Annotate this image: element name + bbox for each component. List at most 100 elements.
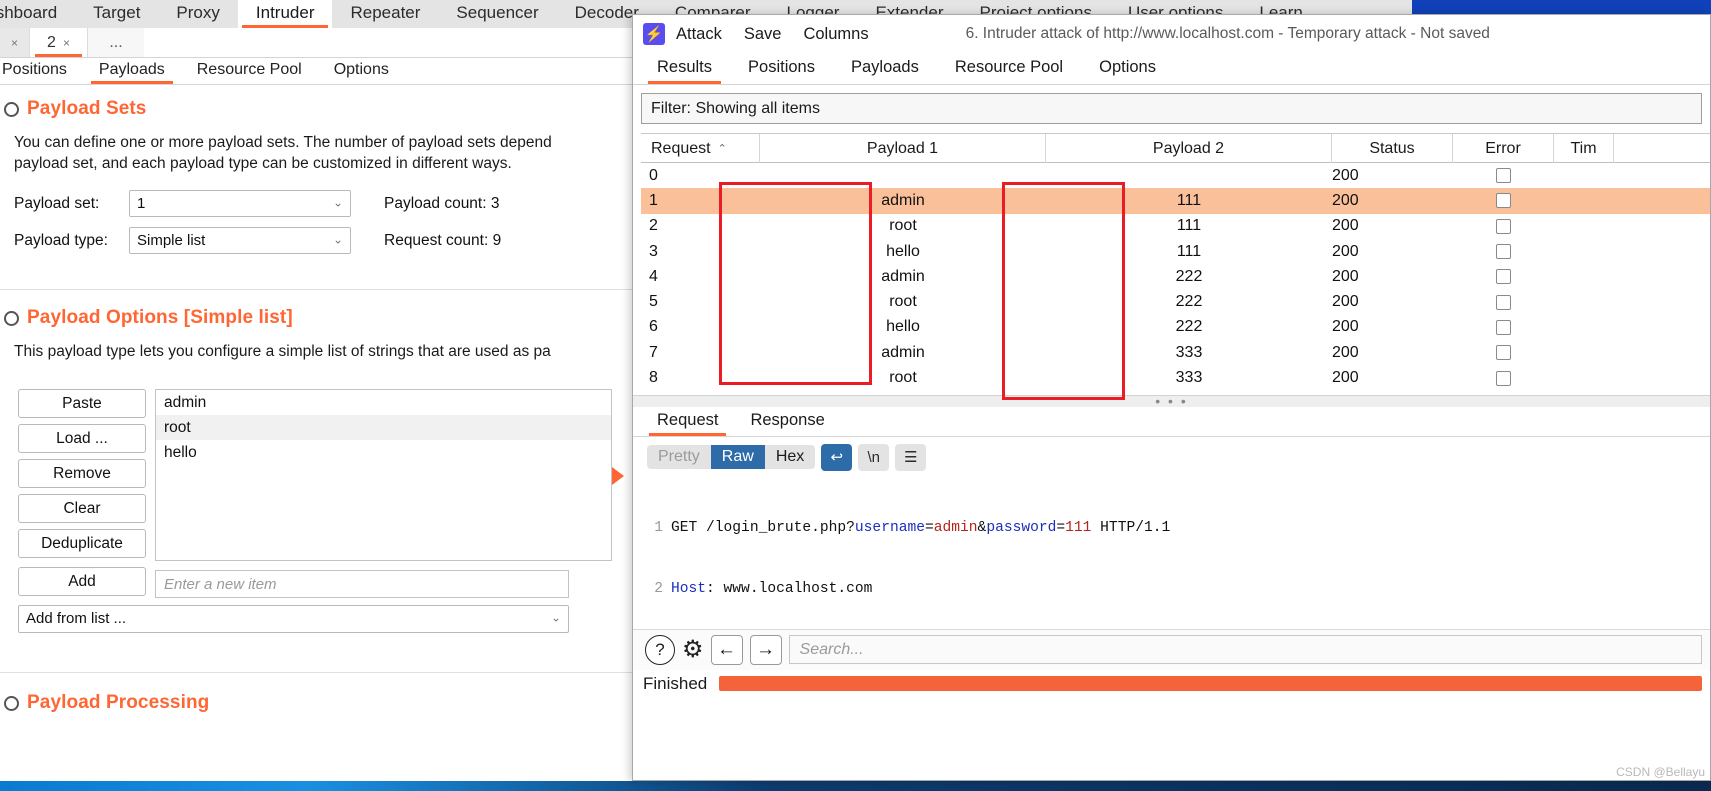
main-tab-proxy[interactable]: Proxy — [158, 0, 238, 28]
table-row[interactable]: 1 admin 111 200 — [641, 188, 1710, 214]
gear-icon[interactable]: ⚙ — [682, 637, 704, 662]
deduplicate-button[interactable]: Deduplicate — [18, 529, 146, 558]
attack-tab-positions[interactable]: Positions — [730, 54, 833, 84]
payload-type-select[interactable]: Simple list — [129, 227, 351, 254]
column-header-payload1[interactable]: Payload 1 — [760, 134, 1046, 163]
table-row[interactable]: 7 admin 333 200 — [641, 340, 1710, 365]
error-checkbox[interactable] — [1496, 218, 1511, 234]
search-input[interactable] — [788, 635, 1702, 665]
payload-items-list[interactable]: admin root hello — [155, 389, 612, 561]
help-icon[interactable]: ? — [645, 634, 675, 665]
error-checkbox[interactable] — [1496, 370, 1511, 386]
cell-payload2: 222 — [1175, 267, 1203, 285]
format-raw-button[interactable]: Raw — [710, 445, 765, 470]
attack-tab-resource-pool[interactable]: Resource Pool — [937, 54, 1081, 84]
attack-tab-more-button[interactable]: ... — [88, 28, 144, 57]
code-token-key: Host — [671, 581, 707, 598]
add-button[interactable]: Add — [18, 567, 146, 596]
tab-response[interactable]: Response — [734, 407, 840, 436]
new-item-input[interactable] — [155, 570, 569, 598]
table-row[interactable]: 5 root 222 200 — [641, 289, 1710, 314]
add-from-list-select[interactable]: Add from list ... — [18, 605, 569, 633]
cell-request: 0 — [649, 166, 658, 184]
cell-payload1: hello — [886, 242, 920, 260]
error-checkbox[interactable] — [1496, 319, 1511, 335]
cell-payload1: root — [889, 293, 917, 311]
main-tab-repeater[interactable]: Repeater — [332, 0, 439, 28]
column-header-time[interactable]: Tim — [1554, 134, 1614, 163]
table-row[interactable]: 4 admin 222 200 — [641, 264, 1710, 289]
table-row[interactable]: 6 hello 222 200 — [641, 315, 1710, 340]
attack-tab-results[interactable]: Results — [639, 54, 730, 84]
load-button[interactable]: Load ... — [18, 424, 146, 453]
table-row[interactable]: 2 root 111 200 — [641, 214, 1710, 239]
main-tab-sequencer[interactable]: Sequencer — [438, 0, 557, 28]
section-divider — [0, 289, 634, 290]
remove-button[interactable]: Remove — [18, 459, 146, 488]
list-item[interactable]: root — [156, 415, 611, 440]
tab-positions[interactable]: Positions — [0, 58, 83, 84]
tab-label: Resource Pool — [954, 58, 1064, 76]
attack-tab-2[interactable]: 2 × — [30, 28, 88, 57]
request-viewer[interactable]: 1 GET /login_brute.php?username=admin&pa… — [633, 477, 1710, 629]
collapse-toggle-icon[interactable] — [4, 310, 19, 326]
tab-request[interactable]: Request — [641, 407, 734, 436]
error-checkbox[interactable] — [1496, 345, 1511, 361]
collapse-toggle-icon[interactable] — [4, 695, 19, 711]
word-wrap-icon[interactable]: ↩ — [821, 443, 853, 471]
menu-columns[interactable]: Columns — [792, 25, 879, 44]
menu-attack[interactable]: Attack — [665, 25, 733, 44]
main-tab-dashboard[interactable]: Dashboard — [0, 0, 76, 28]
main-tab-intruder[interactable]: Intruder — [237, 0, 333, 28]
cell-payload2: 222 — [1175, 293, 1203, 311]
tab-label: Payloads — [98, 61, 165, 78]
attack-tab-options[interactable]: Options — [1081, 54, 1174, 84]
payload-type-label: Payload type: — [14, 231, 108, 249]
error-checkbox[interactable] — [1496, 269, 1511, 285]
paste-button[interactable]: Paste — [18, 389, 146, 418]
error-checkbox[interactable] — [1496, 244, 1511, 260]
column-header-error[interactable]: Error — [1453, 134, 1554, 163]
error-checkbox[interactable] — [1496, 193, 1511, 209]
cell-payload1: hello — [886, 318, 920, 336]
main-tab-label: Repeater — [350, 3, 421, 22]
tab-payloads[interactable]: Payloads — [83, 58, 181, 84]
tab-resource-pool[interactable]: Resource Pool — [181, 58, 318, 84]
expand-arrow-icon[interactable] — [612, 467, 624, 485]
menu-save[interactable]: Save — [733, 25, 793, 44]
format-hex-button[interactable]: Hex — [765, 445, 815, 469]
panel-splitter[interactable]: • • • — [633, 394, 1710, 408]
close-icon[interactable]: × — [11, 36, 18, 50]
clear-button[interactable]: Clear — [18, 494, 146, 523]
column-header-status[interactable]: Status — [1332, 134, 1453, 163]
attack-tab-payloads[interactable]: Payloads — [833, 54, 937, 84]
error-checkbox[interactable] — [1496, 168, 1511, 184]
burp-bolt-icon: ⚡ — [643, 23, 665, 45]
menu-icon[interactable]: ☰ — [895, 443, 927, 471]
table-row[interactable]: 3 hello 111 200 — [641, 239, 1710, 264]
cell-status: 200 — [1332, 343, 1359, 361]
table-row[interactable]: 0 200 — [641, 163, 1710, 188]
cell-status: 200 — [1332, 267, 1359, 285]
list-item[interactable]: hello — [156, 440, 611, 465]
payload-set-select[interactable]: 1 — [129, 190, 351, 217]
filter-bar[interactable]: Filter: Showing all items — [641, 93, 1702, 124]
table-row[interactable]: 8 root 333 200 — [641, 365, 1710, 390]
column-header-payload2[interactable]: Payload 2 — [1046, 134, 1332, 163]
previous-match-icon[interactable]: ← — [710, 634, 743, 665]
code-token: = — [1056, 519, 1066, 536]
column-header-request[interactable]: Request ⌃ — [641, 134, 760, 163]
next-match-icon[interactable]: → — [749, 634, 782, 665]
list-item[interactable]: admin — [156, 390, 611, 415]
cell-time — [1554, 289, 1614, 314]
collapse-toggle-icon[interactable] — [4, 101, 19, 117]
tab-options[interactable]: Options — [318, 58, 405, 84]
cell-time — [1554, 365, 1614, 390]
newline-icon[interactable]: \n — [858, 443, 890, 471]
tab-label: Payloads — [850, 58, 919, 76]
format-pretty-button[interactable]: Pretty — [647, 445, 711, 469]
attack-tab-1[interactable]: × — [0, 28, 30, 57]
close-icon[interactable]: × — [63, 36, 70, 50]
main-tab-target[interactable]: Target — [75, 0, 159, 28]
error-checkbox[interactable] — [1496, 294, 1511, 310]
